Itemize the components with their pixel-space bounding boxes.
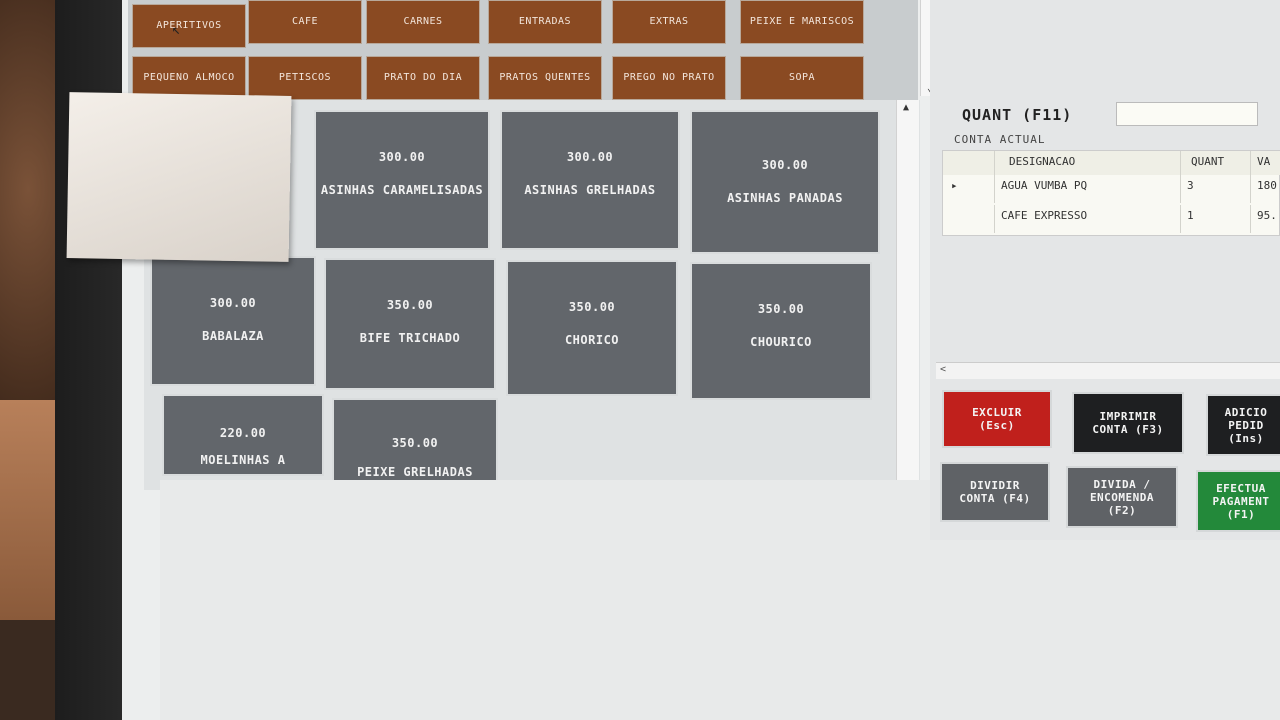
item-name: CAFE EXPRESSO [995,205,1181,233]
product-price: 300.00 [378,150,426,164]
product-name: ASINHAS PANADAS [727,191,843,205]
product-button[interactable]: 300.00 ASINHAS CARAMELISADAS [314,110,490,250]
product-price: 220.00 [219,426,267,440]
category-aperitivos[interactable]: APERITIVOS [132,4,246,48]
imprimir-conta-button[interactable]: IMPRIMIR CONTA (F3) [1072,392,1184,454]
category-label: EXTRAS [649,16,689,27]
table-row[interactable]: CAFE EXPRESSO 1 95. [943,205,1280,233]
product-name: PEIXE GRELHADAS [357,465,473,479]
mouse-cursor-icon: ↖ [172,22,181,38]
quant-label: QUANT (F11) [962,106,1073,124]
product-name: CHORICO [564,333,620,347]
dividir-conta-button[interactable]: DIVIDIR CONTA (F4) [940,462,1050,522]
product-name: ASINHAS CARAMELISADAS [320,183,484,197]
product-price: 300.00 [209,296,257,310]
header-cell [943,151,995,175]
product-price: 350.00 [391,436,439,450]
product-price: 300.00 [761,158,809,172]
category-label: PEIXE E MARISCOS [749,16,855,27]
account-label: CONTA ACTUAL [954,133,1046,146]
quant-input[interactable] [1116,102,1258,126]
product-button[interactable]: 300.00 BABALAZA [150,256,316,386]
category-label: PETISCOS [278,72,332,83]
row-selector-icon [943,205,995,233]
header-cell: VA [1257,155,1271,168]
item-name: AGUA VUMBA PQ [995,175,1181,203]
divida-encomenda-button[interactable]: DIVIDA / ENCOMENDA (F2) [1066,466,1178,528]
efectuar-pagamento-button[interactable]: EFECTUA PAGAMENT (F1) [1196,470,1280,532]
category-label: CAFE [291,16,319,27]
chevron-left-icon[interactable]: < [940,364,946,375]
product-button[interactable]: 350.00 CHORICO [506,260,678,396]
item-quant: 3 [1181,175,1251,203]
product-button[interactable]: 300.00 ASINHAS PANADAS [690,110,880,254]
product-button[interactable]: 220.00 MOELINHAS A [162,394,324,476]
pos-screen: APERITIVOS CAFE CARNES ENTRADAS EXTRAS P… [122,0,1280,720]
category-entradas[interactable]: ENTRADAS [488,0,602,44]
row-selector-icon: ▸ [943,175,995,203]
category-label: PRATOS QUENTES [499,72,591,83]
category-extras[interactable]: EXTRAS [612,0,726,44]
paper-slip [66,92,292,262]
account-table: DESIGNACAO QUANT VA ▸ AGUA VUMBA PQ 3 18… [942,150,1280,236]
product-name: CHOURICO [750,335,812,349]
category-panel: APERITIVOS CAFE CARNES ENTRADAS EXTRAS P… [128,0,943,100]
category-cafe[interactable]: CAFE [248,0,362,44]
excluir-button[interactable]: EXCLUIR (Esc) [942,390,1052,448]
product-button[interactable]: 350.00 PEIXE GRELHADAS [332,398,498,482]
category-peixe-e-mariscos[interactable]: PEIXE E MARISCOS [740,0,864,44]
category-petiscos[interactable]: PETISCOS [248,56,362,100]
product-scrollbar[interactable]: ▲ ⌄ [896,100,919,498]
product-price: 350.00 [757,302,805,316]
account-horizontal-scrollbar[interactable]: < [936,362,1280,379]
category-label: CARNES [403,16,443,27]
product-name: ASINHAS GRELHADAS [524,183,656,197]
category-sopa[interactable]: SOPA [740,56,864,100]
account-panel: QUANT (F11) CONTA ACTUAL DESIGNACAO QUAN… [930,0,1280,540]
category-prego-no-prato[interactable]: PREGO NO PRATO [612,56,726,100]
item-value: 95. [1257,209,1277,222]
product-price: 300.00 [566,150,614,164]
product-button[interactable]: 350.00 BIFE TRICHADO [324,258,496,390]
category-prato-do-dia[interactable]: PRATO DO DIA [366,56,480,100]
table-header: DESIGNACAO QUANT VA [943,151,1280,175]
table-row[interactable]: ▸ AGUA VUMBA PQ 3 180 [943,175,1280,203]
header-cell: DESIGNACAO [995,151,1181,175]
category-pratos-quentes[interactable]: PRATOS QUENTES [488,56,602,100]
category-label: SOPA [788,72,816,83]
category-label: PRATO DO DIA [383,72,463,83]
chevron-up-icon[interactable]: ▲ [903,102,909,113]
product-price: 350.00 [386,298,434,312]
item-value: 180 [1257,179,1277,192]
header-cell: QUANT [1181,151,1251,175]
product-button[interactable]: 300.00 ASINHAS GRELHADAS [500,110,680,250]
category-label: PEQUENO ALMOCO [143,72,235,83]
category-carnes[interactable]: CARNES [366,0,480,44]
category-label: PREGO NO PRATO [623,72,715,83]
adicionar-pedido-button[interactable]: ADICIO PEDID (Ins) [1206,394,1280,456]
product-button[interactable]: 350.00 CHOURICO [690,262,872,400]
product-price: 350.00 [568,300,616,314]
wooden-background [0,400,60,620]
item-quant: 1 [1181,205,1251,233]
category-label: ENTRADAS [518,16,572,27]
category-label: APERITIVOS [156,20,222,31]
product-name: BABALAZA [202,329,264,343]
product-name: MOELINHAS A [200,453,286,467]
product-name: BIFE TRICHADO [359,331,461,345]
